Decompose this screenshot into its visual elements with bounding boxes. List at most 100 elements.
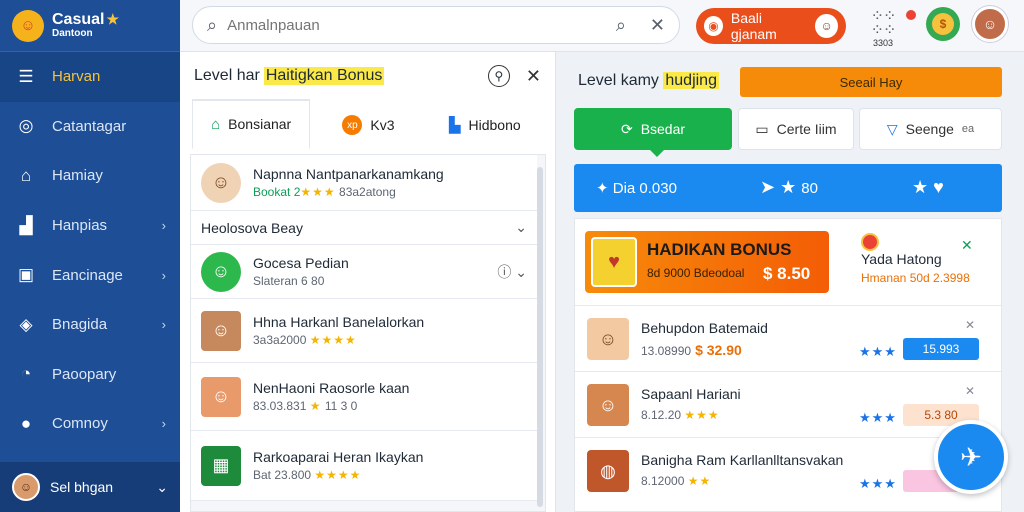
avatar-icon: ☺ — [201, 162, 241, 203]
search-icon[interactable]: ⌕ — [207, 15, 217, 36]
tab-bonsianar[interactable]: ⌂ Bonsianar — [192, 100, 311, 150]
sidebar-item-harvan[interactable]: ☰ Harvan — [0, 52, 180, 102]
bonus-banner[interactable]: ♥ HADIKAN BONUS 8d 9000 Bdeodoal $ 8.50 — [585, 231, 829, 293]
search-input[interactable] — [227, 16, 592, 34]
avatar: ☺ — [12, 473, 40, 501]
list-icon: ☰ — [18, 66, 34, 86]
brand-title: Casual ★ — [52, 10, 120, 28]
profile-avatar[interactable]: ☺ — [972, 6, 1008, 42]
chevron-right-icon: › — [161, 267, 166, 283]
tab-kv3[interactable]: xp Kv3 — [310, 100, 426, 150]
promo-button[interactable]: ◉ Baali gjanam ☺ — [696, 8, 846, 44]
star-icon: ★ — [912, 177, 929, 197]
app-root: ☺ Casual ★ Dantoon ☰ Harvan ◎ Catantagar ⌂ H… — [0, 0, 1024, 512]
chevron-down-icon: ⌄ — [156, 478, 168, 495]
sidebar-item-bnagida[interactable]: ◈ Bnagida › — [0, 300, 180, 350]
home-icon: ⌂ — [20, 165, 32, 185]
brand[interactable]: ☺ Casual ★ Dantoon — [0, 0, 180, 52]
grid-icon: ⁘⁘ ⁘⁘ — [870, 8, 897, 39]
xp-icon: xp — [342, 115, 363, 135]
sidebar-item-paoopary[interactable]: ◔ Paoopary — [0, 350, 180, 400]
box-icon: ▦ — [201, 445, 241, 486]
panel-title-highlight: Haitigkan Bonus — [263, 67, 385, 85]
boy-icon: ☺ — [201, 310, 241, 351]
green-action-button[interactable]: ⟳ Bsedar — [574, 108, 732, 157]
home-icon: ⌂ — [211, 115, 221, 133]
special-button[interactable]: Seeail Hay — [740, 67, 1002, 97]
target-icon: ◎ — [18, 116, 34, 136]
panel-tabs: ⌂ Bonsianar xp Kv3 ▙ Hidbono — [192, 100, 543, 150]
close-icon[interactable]: ✕ — [965, 318, 975, 332]
product-row[interactable]: ☺ Sapaanl Hariani 8.12.20 ★★★ ✕ ★★★ 5.3 … — [575, 371, 1001, 437]
close-icon[interactable]: ✕ — [650, 15, 665, 36]
chat-fab-button[interactable]: ✈ — [934, 420, 1008, 494]
sidebar-item-eancinage[interactable]: ▣ Eancinage › — [0, 250, 180, 300]
notification-dot — [906, 10, 916, 20]
sidebar-item-hamiay[interactable]: ⌂ Hamiay — [0, 151, 180, 201]
brand-subtitle: Dantoon — [52, 27, 93, 39]
bonus-panel: Level har Haitigkan Bonus ⚲ ✕ ⌂ Bonsianar… — [180, 52, 556, 512]
scrollbar[interactable] — [537, 167, 543, 507]
top-bar: ⌕ ⌕ ✕ ◉ Baali gjanam ☺ ⁘⁘⁘⁘ 3303 $ ☺ — [180, 0, 1024, 52]
heart-icon: ♥ — [933, 177, 944, 197]
star-icon: ★ — [106, 10, 120, 27]
coin-icon: $ — [932, 13, 954, 35]
sidebar: ☺ Casual ★ Dantoon ☰ Harvan ◎ Catantagar ⌂ H… — [0, 0, 180, 512]
chevron-down-icon[interactable]: ⌄ — [515, 219, 527, 236]
star-icon: ★ — [780, 177, 797, 197]
panel-title: Level kamy hudjing — [578, 72, 719, 89]
badge-icon — [861, 233, 879, 251]
mascot-logo-icon: ☺ — [12, 9, 44, 42]
chevron-right-icon: › — [161, 317, 166, 333]
list-item[interactable]: ☺ NenHaoni Raosorle kaan 83.03.831 ★ 11 … — [191, 363, 537, 431]
search-icon[interactable]: ⌕ — [616, 15, 626, 36]
close-icon[interactable]: ✕ — [961, 237, 973, 254]
apps-menu[interactable]: ⁘⁘ ⁘⁘ 3303 — [868, 8, 898, 49]
run-icon[interactable]: ⚲ — [487, 65, 510, 87]
info-icon[interactable]: ⓘ ⌄ — [497, 262, 527, 282]
girl-icon: ☺ — [587, 384, 629, 426]
list-item[interactable]: ☺ Napnna Nantpanarkanamkang Bookat 2★★★ … — [191, 155, 537, 211]
sidebar-nav: ☰ Harvan ◎ Catantagar ⌂ Hamiay ▟ Hanpias › ▣ E… — [0, 52, 180, 449]
chevron-right-icon: › — [161, 218, 166, 234]
pie-icon: ◔ — [20, 364, 32, 384]
seenge-button[interactable]: ▽ Seenge ea — [859, 108, 1002, 150]
sidebar-item-comnoy[interactable]: ● Comnoy › — [0, 399, 180, 449]
tag-icon: ◉ — [704, 16, 723, 36]
globe-icon: ● — [20, 413, 32, 433]
close-icon[interactable]: ✕ — [526, 66, 541, 87]
list-item[interactable]: ▦ Rarkoaparai Heran Ikaykan Bat 23.800 ★… — [191, 431, 537, 501]
cert-button[interactable]: ▭ Certe Iiim — [738, 108, 854, 150]
bird-icon: ✈ — [960, 441, 982, 472]
sidebar-item-hanpias[interactable]: ▟ Hanpias › — [0, 201, 180, 251]
bag-icon: ▣ — [17, 265, 35, 285]
search-bar: ⌕ ⌕ ✕ — [192, 6, 680, 44]
sidebar-item-catantagar[interactable]: ◎ Catantagar — [0, 102, 180, 152]
list-item[interactable]: ☺ Hhna Harkanl Banelalorkan 3a3a2000 ★★★… — [191, 299, 537, 363]
card-icon: ♥ — [591, 237, 637, 287]
section-header[interactable]: Heolosova Beay ⌄ — [191, 211, 537, 245]
food-icon: ◍ — [587, 450, 629, 492]
coin-icon: ☺ — [201, 251, 241, 292]
coin-button[interactable]: $ — [926, 7, 960, 41]
cart-icon: ▽ — [886, 120, 898, 137]
list-item[interactable]: ☺ Gocesa Pedian Slateran 6 80 ⓘ ⌄ — [191, 245, 537, 299]
refresh-icon: ⟳ — [620, 120, 633, 137]
bonus-list: ☺ Napnna Nantpanarkanamkang Bookat 2★★★ … — [190, 154, 546, 512]
summary-bar[interactable]: ✦ Dia 0.030 ➤ ★ 80 ★ ♥ — [574, 164, 1002, 212]
arrow-icon: ➤ — [760, 177, 776, 197]
avatar: ☺ — [815, 14, 838, 38]
tab-hidbono[interactable]: ▙ Hidbono — [427, 100, 543, 150]
panel-header: Level har Haitigkan Bonus ⚲ ✕ — [194, 65, 541, 87]
close-icon[interactable]: ✕ — [965, 384, 975, 398]
price-badge[interactable]: 15.993 — [903, 338, 979, 360]
chart-icon: ▟ — [19, 215, 33, 235]
product-row[interactable]: ☺ Behupdon Batemaid 13.08990 $ 32.90 ✕ ★★… — [575, 305, 1001, 371]
controller-icon: ✦ — [596, 180, 609, 197]
girl-icon: ☺ — [201, 376, 241, 417]
kid-icon: ☺ — [587, 318, 629, 360]
boot-icon: ▙ — [448, 117, 461, 134]
user-menu[interactable]: ☺ Sel bhgan ⌄ — [0, 462, 180, 512]
chevron-right-icon: › — [161, 416, 166, 432]
document-icon: ▭ — [755, 120, 769, 137]
